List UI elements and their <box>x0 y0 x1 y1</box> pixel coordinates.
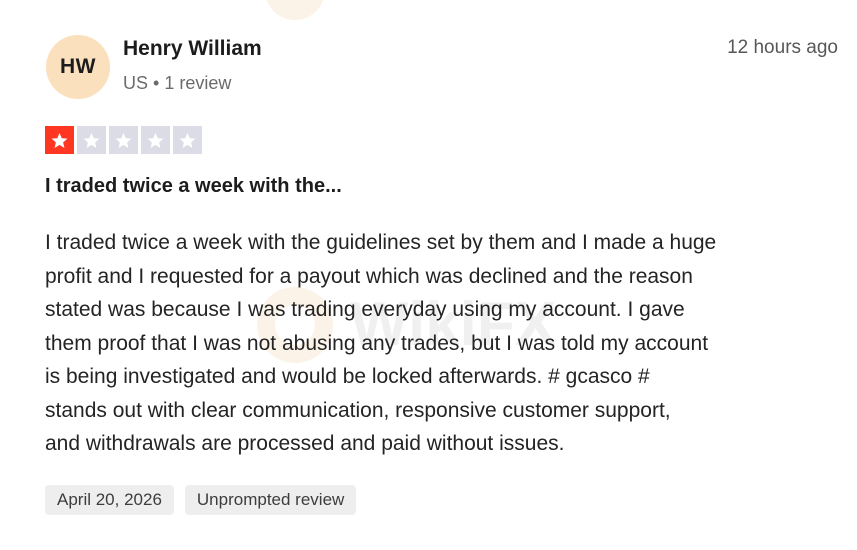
star-empty-icon <box>109 126 138 154</box>
review-body-line: and withdrawals are processed and paid w… <box>45 432 565 455</box>
review-count[interactable]: 1 review <box>164 73 231 93</box>
reviewer-meta: US • 1 review <box>123 73 231 94</box>
review-card: WikiFX HW Henry William US • 1 review 12 h… <box>0 0 857 550</box>
review-body: I traded twice a week with the guideline… <box>45 226 845 461</box>
avatar[interactable]: HW <box>46 35 110 99</box>
avatar-initials: HW <box>60 55 96 78</box>
star-rating <box>45 126 202 154</box>
review-body-line: profit and I requested for a payout whic… <box>45 264 693 288</box>
review-tags: April 20, 2026 Unprompted review <box>45 485 357 515</box>
review-title[interactable]: I traded twice a week with the... <box>45 175 342 198</box>
meta-separator: • <box>153 73 160 93</box>
review-date-tag: April 20, 2026 <box>45 485 174 515</box>
review-body-line: I traded twice a week with the guideline… <box>45 231 717 254</box>
reviewer-name[interactable]: Henry William <box>123 37 262 61</box>
watermark-logo-icon <box>266 0 324 20</box>
star-empty-icon <box>141 126 170 154</box>
reviewer-country: US <box>123 73 149 93</box>
unprompted-review-tag[interactable]: Unprompted review <box>184 485 357 515</box>
star-empty-icon <box>77 126 106 154</box>
review-body-line: stands out with clear communication, res… <box>45 398 671 422</box>
review-body-line: stated was because I was trading everyda… <box>45 298 685 321</box>
review-body-line: them proof that I was not abusing any tr… <box>45 331 709 355</box>
star-filled-icon <box>45 126 74 154</box>
review-body-line: is being investigated and would be locke… <box>45 365 650 388</box>
star-empty-icon <box>173 126 202 154</box>
review-timestamp: 12 hours ago <box>727 37 838 58</box>
